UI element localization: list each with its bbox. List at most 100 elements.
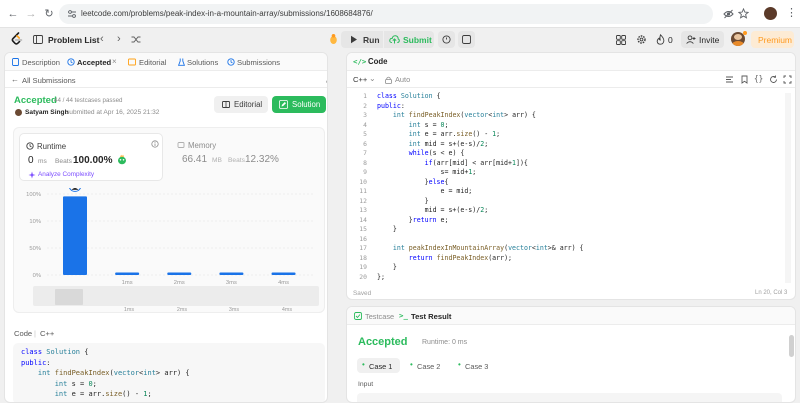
distribution-bar[interactable] xyxy=(219,272,244,276)
coin-count: 0 xyxy=(668,35,673,45)
code-line[interactable]: if(arr[mid] < arr[mid+1]){ xyxy=(377,159,528,167)
submitter-name[interactable]: Satyam Singh xyxy=(25,109,69,116)
editorial-button[interactable]: Editorial xyxy=(214,96,268,113)
browser-toolbar: ← → ↻ leetcode.com/problems/peak-index-i… xyxy=(0,0,800,28)
code-text-area[interactable]: 1 class Solution {2 public: 3 int findPeakI… xyxy=(347,92,793,282)
line-number: 5 xyxy=(363,130,367,138)
distribution-bar[interactable] xyxy=(167,272,192,276)
code-line[interactable]: while(s < e) { xyxy=(377,149,465,157)
y-tick-label: 0% xyxy=(33,273,41,279)
address-bar[interactable]: leetcode.com/problems/peak-index-in-a-mo… xyxy=(59,4,734,24)
x-tick-label: 4ms xyxy=(278,280,289,286)
code-line[interactable] xyxy=(377,235,381,243)
layout-grid-icon[interactable] xyxy=(616,35,626,45)
code-line[interactable]: int peakIndexInMountainArray(vector<int>… xyxy=(377,244,584,252)
premium-button[interactable]: Premium xyxy=(751,31,794,48)
result-scrollbar[interactable] xyxy=(789,335,794,357)
close-tab-icon[interactable]: × xyxy=(112,57,117,66)
code-line[interactable]: return findPeakIndex(arr); xyxy=(377,254,512,262)
braces-icon[interactable]: {} xyxy=(754,74,763,83)
tab-accepted[interactable]: Accepted × xyxy=(65,54,121,70)
chrome-menu-icon[interactable]: ⋮ xyxy=(786,7,797,20)
scrubber-handle[interactable] xyxy=(55,289,83,305)
share-link-icon[interactable] xyxy=(326,76,328,84)
code-line[interactable]: int findPeakIndex(vector<int> arr) { xyxy=(377,111,536,119)
reset-icon[interactable] xyxy=(769,75,778,84)
info-icon[interactable] xyxy=(151,140,159,148)
solution-button[interactable]: Solution xyxy=(272,96,326,113)
distribution-bar[interactable] xyxy=(115,272,140,276)
code-line[interactable]: mid = s+(e-s)/2; xyxy=(377,206,489,214)
code-line[interactable]: }; xyxy=(377,273,385,281)
tab-test-result[interactable]: >_ Test Result xyxy=(397,308,457,324)
all-submissions-link[interactable]: All Submissions xyxy=(22,76,76,85)
code-line[interactable]: }return e; xyxy=(377,216,449,224)
language-select[interactable]: C++ xyxy=(353,75,367,84)
x-tick-label: 1ms xyxy=(122,280,133,286)
distribution-bar[interactable] xyxy=(271,272,296,276)
memory-tile[interactable]: Memory 66.41 MB Beats 12.32% xyxy=(169,133,319,181)
back-button[interactable]: ← xyxy=(6,7,20,21)
profile-avatar[interactable] xyxy=(764,7,777,20)
submission-panel: Description Accepted × Editorial Solutio… xyxy=(4,52,328,403)
code-line[interactable]: public: xyxy=(377,102,405,110)
leetcode-logo-icon[interactable] xyxy=(11,32,23,46)
problem-list-link[interactable]: Problem List xyxy=(48,35,99,45)
code-line[interactable]: e = mid; xyxy=(377,187,473,195)
settings-gear-icon[interactable] xyxy=(636,34,647,45)
runtime-distribution-chart[interactable]: 100% 10% 50% 0% 1ms 2ms 3ms 4ms 1ms 2ms 3ms 4ms xyxy=(13,188,325,316)
fire-streak-icon[interactable] xyxy=(656,34,665,45)
code-line[interactable]: } xyxy=(377,225,397,233)
code-line[interactable]: } xyxy=(377,197,429,205)
lock-icon xyxy=(385,76,392,84)
debug-bug-icon[interactable] xyxy=(328,33,339,45)
runtime-beats-label: Beats xyxy=(55,158,72,165)
reload-button[interactable]: ↻ xyxy=(42,7,56,21)
bookmark-icon[interactable] xyxy=(740,75,749,84)
line-number: 9 xyxy=(363,168,367,176)
url-text: leetcode.com/problems/peak-index-in-a-mo… xyxy=(81,9,373,18)
format-code-icon[interactable] xyxy=(725,75,734,84)
tab-editorial[interactable]: Editorial xyxy=(126,54,172,70)
code-line[interactable]: s= mid+1; xyxy=(377,168,477,176)
tab-testcase[interactable]: Testcase xyxy=(351,308,394,324)
tab-submissions[interactable]: Submissions xyxy=(225,54,283,70)
case-3-tab[interactable]: • Case 3 xyxy=(453,358,496,373)
bookmark-star-icon[interactable] xyxy=(738,8,749,19)
forward-button[interactable]: → xyxy=(24,7,38,21)
line-number: 4 xyxy=(363,120,367,129)
notes-button[interactable] xyxy=(458,31,475,48)
case-1-tab[interactable]: • Case 1 xyxy=(357,358,400,373)
submitter-avatar[interactable] xyxy=(15,109,22,116)
code-line[interactable]: int s = 0; xyxy=(377,121,449,129)
back-arrow-icon[interactable]: ← xyxy=(11,75,19,84)
code-line[interactable]: } xyxy=(377,263,397,271)
case-2-tab[interactable]: • Case 2 xyxy=(405,358,448,373)
analyze-complexity-link[interactable]: Analyze Complexity xyxy=(38,171,94,178)
fullscreen-icon[interactable] xyxy=(783,75,792,84)
submit-button[interactable]: Submit xyxy=(384,31,434,48)
scrubber-tick-label: 4ms xyxy=(282,307,292,313)
editor-scrollbar[interactable] xyxy=(785,93,791,283)
code-line[interactable]: class Solution { xyxy=(377,92,441,100)
code-line[interactable]: int mid = s+(e-s)/2; xyxy=(377,140,488,148)
site-info-icon[interactable] xyxy=(67,9,77,19)
invite-button[interactable]: Invite xyxy=(681,31,724,48)
prev-problem-icon[interactable]: ‹ xyxy=(100,33,104,45)
run-button[interactable]: Run xyxy=(341,31,383,48)
distribution-bar[interactable] xyxy=(63,196,87,275)
shuffle-icon[interactable] xyxy=(131,35,141,44)
code-line: int s = 0; xyxy=(54,379,97,388)
next-problem-icon[interactable]: › xyxy=(117,33,121,45)
code-line[interactable]: int e = arr.size() - 1; xyxy=(377,130,500,138)
timer-button[interactable] xyxy=(438,31,455,48)
language-chevron-icon[interactable]: ⌄ xyxy=(369,74,376,83)
runtime-tile[interactable]: Runtime 0 ms Beats 100.00% Analyze Compl… xyxy=(19,133,163,181)
auto-mode-label[interactable]: Auto xyxy=(395,75,410,84)
problem-list-icon[interactable] xyxy=(33,35,43,44)
tab-solutions[interactable]: Solutions xyxy=(176,54,224,70)
premium-label: Premium xyxy=(758,35,793,45)
code-line[interactable]: }else{ xyxy=(377,178,449,186)
tab-description[interactable]: Description xyxy=(9,54,60,70)
code-tab-label[interactable]: Code xyxy=(368,57,388,66)
